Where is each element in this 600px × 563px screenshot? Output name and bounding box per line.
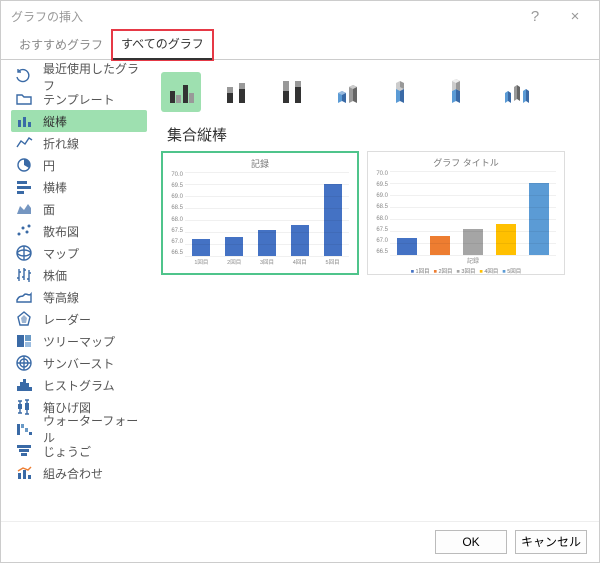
sidebar-item-column[interactable]: 縦棒 bbox=[11, 110, 147, 132]
stock-chart-icon bbox=[15, 266, 33, 284]
sidebar-item-label: 縦棒 bbox=[43, 113, 67, 130]
sidebar-item-area[interactable]: 面 bbox=[11, 198, 153, 220]
sidebar-item-recent[interactable]: 最近使用したグラフ bbox=[11, 66, 153, 88]
sidebar-item-map[interactable]: マップ bbox=[11, 242, 153, 264]
bar-chart-icon bbox=[15, 178, 33, 196]
help-button[interactable]: ? bbox=[515, 2, 555, 30]
subtype-clustered-column[interactable] bbox=[161, 72, 201, 112]
treemap-icon bbox=[15, 332, 33, 350]
line-chart-icon bbox=[15, 134, 33, 152]
sidebar-item-treemap[interactable]: ツリーマップ bbox=[11, 330, 153, 352]
sidebar-item-radar[interactable]: レーダー bbox=[11, 308, 153, 330]
sidebar-item-label: 株価 bbox=[43, 267, 67, 284]
preview-2-series-label: 記録 bbox=[467, 256, 479, 265]
subtype-3d-column[interactable] bbox=[497, 72, 537, 112]
preview-1-title: 記録 bbox=[167, 157, 353, 170]
preview-2[interactable]: グラフ タイトル 70.069.569.068.568.067.567.066.… bbox=[367, 151, 565, 275]
sidebar-item-histogram[interactable]: ヒストグラム bbox=[11, 374, 153, 396]
map-icon bbox=[15, 244, 33, 262]
sidebar-item-label: ヒストグラム bbox=[43, 377, 115, 394]
combo-chart-icon bbox=[15, 464, 33, 482]
sidebar-item-label: 組み合わせ bbox=[43, 465, 103, 482]
tab-recommended[interactable]: おすすめグラフ bbox=[9, 31, 113, 59]
sidebar-item-stock[interactable]: 株価 bbox=[11, 264, 153, 286]
titlebar: グラフの挿入 ? × bbox=[1, 1, 599, 31]
sidebar-item-label: 折れ線 bbox=[43, 135, 79, 152]
window-title: グラフの挿入 bbox=[11, 8, 515, 25]
preview-2-title: グラフ タイトル bbox=[372, 156, 560, 169]
preview-1-yaxis: 70.069.569.068.568.067.567.066.5 bbox=[167, 172, 185, 266]
sidebar-item-label: 面 bbox=[43, 201, 55, 218]
sidebar-item-bar[interactable]: 横棒 bbox=[11, 176, 153, 198]
preview-2-yaxis: 70.069.569.068.568.067.567.066.5 bbox=[372, 171, 390, 265]
sidebar-item-label: 散布図 bbox=[43, 223, 79, 240]
sidebar-item-label: レーダー bbox=[43, 311, 91, 328]
sidebar-item-pie[interactable]: 円 bbox=[11, 154, 153, 176]
subtype-3d-100stacked-column[interactable] bbox=[441, 72, 481, 112]
tab-bar: おすすめグラフ すべてのグラフ bbox=[1, 31, 599, 60]
box-whisker-icon bbox=[15, 398, 33, 416]
sidebar-item-surface[interactable]: 等高線 bbox=[11, 286, 153, 308]
sidebar-item-sunburst[interactable]: サンバースト bbox=[11, 352, 153, 374]
scatter-chart-icon bbox=[15, 222, 33, 240]
sidebar-item-line[interactable]: 折れ線 bbox=[11, 132, 153, 154]
column-chart-icon bbox=[15, 112, 33, 130]
recent-icon bbox=[15, 68, 33, 86]
preview-2-legend: 1回目2回目3回目4回目5回目 bbox=[372, 267, 560, 275]
sidebar-item-combo[interactable]: 組み合わせ bbox=[11, 462, 153, 484]
tab-all-charts[interactable]: すべてのグラフ bbox=[111, 29, 214, 61]
preview-1[interactable]: 記録 70.069.569.068.568.067.567.066.5 1回目2… bbox=[161, 151, 359, 275]
chart-type-sidebar: 最近使用したグラフ テンプレート 縦棒 折れ線 円 横棒 面 散布図 bbox=[1, 60, 153, 521]
sidebar-item-label: 円 bbox=[43, 157, 55, 174]
sidebar-item-label: 横棒 bbox=[43, 179, 67, 196]
sidebar-item-waterfall[interactable]: ウォーターフォール bbox=[11, 418, 153, 440]
sidebar-item-label: テンプレート bbox=[43, 91, 115, 108]
preview-1-plot: 1回目2回目3回目4回目5回目 bbox=[185, 172, 353, 266]
subtype-3d-clustered-column[interactable] bbox=[329, 72, 369, 112]
sidebar-item-scatter[interactable]: 散布図 bbox=[11, 220, 153, 242]
pie-chart-icon bbox=[15, 156, 33, 174]
sunburst-icon bbox=[15, 354, 33, 372]
sidebar-item-label: マップ bbox=[43, 245, 79, 262]
sidebar-item-label: 等高線 bbox=[43, 289, 79, 306]
folder-icon bbox=[15, 90, 33, 108]
sidebar-item-label: ツリーマップ bbox=[43, 333, 115, 350]
histogram-icon bbox=[15, 376, 33, 394]
waterfall-icon bbox=[15, 420, 33, 438]
sidebar-item-label: サンバースト bbox=[43, 355, 114, 372]
subtype-stacked-column[interactable] bbox=[217, 72, 257, 112]
dialog-footer: OK キャンセル bbox=[1, 521, 599, 561]
funnel-icon bbox=[15, 442, 33, 460]
previews: 記録 70.069.569.068.568.067.567.066.5 1回目2… bbox=[161, 151, 589, 275]
close-button[interactable]: × bbox=[555, 2, 595, 30]
radar-chart-icon bbox=[15, 310, 33, 328]
main-panel: 集合縦棒 記録 70.069.569.068.568.067.567.066.5… bbox=[153, 60, 599, 521]
sidebar-item-label: ウォーターフォール bbox=[43, 412, 149, 446]
subtype-row bbox=[161, 68, 589, 116]
ok-button[interactable]: OK bbox=[435, 530, 507, 554]
area-chart-icon bbox=[15, 200, 33, 218]
subtype-3d-stacked-column[interactable] bbox=[385, 72, 425, 112]
subtype-title: 集合縦棒 bbox=[167, 124, 589, 145]
surface-chart-icon bbox=[15, 288, 33, 306]
cancel-button[interactable]: キャンセル bbox=[515, 530, 587, 554]
sidebar-item-label: 最近使用したグラフ bbox=[43, 60, 149, 94]
sidebar-item-label: じょうご bbox=[43, 443, 91, 460]
preview-2-plot: 記録 bbox=[390, 171, 560, 265]
subtype-100stacked-column[interactable] bbox=[273, 72, 313, 112]
